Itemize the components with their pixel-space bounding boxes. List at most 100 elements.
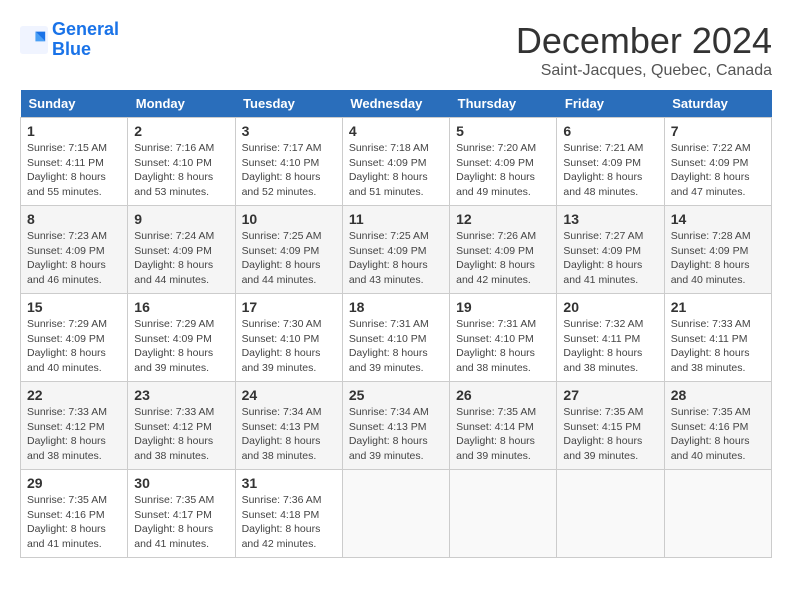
day-number: 24 (242, 387, 336, 403)
header-friday: Friday (557, 90, 664, 118)
day-number: 23 (134, 387, 228, 403)
calendar-subtitle: Saint-Jacques, Quebec, Canada (516, 62, 772, 80)
day-number: 18 (349, 299, 443, 315)
day-info: Sunrise: 7:20 AMSunset: 4:09 PMDaylight:… (456, 141, 550, 200)
day-cell (664, 470, 771, 558)
day-info: Sunrise: 7:25 AMSunset: 4:09 PMDaylight:… (242, 229, 336, 288)
day-info: Sunrise: 7:33 AMSunset: 4:11 PMDaylight:… (671, 317, 765, 376)
week-row-5: 29 Sunrise: 7:35 AMSunset: 4:16 PMDaylig… (21, 470, 772, 558)
day-number: 12 (456, 211, 550, 227)
day-info: Sunrise: 7:35 AMSunset: 4:15 PMDaylight:… (563, 405, 657, 464)
day-info: Sunrise: 7:16 AMSunset: 4:10 PMDaylight:… (134, 141, 228, 200)
day-number: 4 (349, 123, 443, 139)
day-info: Sunrise: 7:33 AMSunset: 4:12 PMDaylight:… (134, 405, 228, 464)
header-wednesday: Wednesday (342, 90, 449, 118)
calendar-title: December 2024 (516, 20, 772, 62)
day-cell: 15 Sunrise: 7:29 AMSunset: 4:09 PMDaylig… (21, 294, 128, 382)
day-cell: 23 Sunrise: 7:33 AMSunset: 4:12 PMDaylig… (128, 382, 235, 470)
day-number: 20 (563, 299, 657, 315)
day-number: 28 (671, 387, 765, 403)
logo-line2: Blue (52, 39, 91, 59)
day-cell: 12 Sunrise: 7:26 AMSunset: 4:09 PMDaylig… (450, 206, 557, 294)
day-cell: 30 Sunrise: 7:35 AMSunset: 4:17 PMDaylig… (128, 470, 235, 558)
calendar-header-row: Sunday Monday Tuesday Wednesday Thursday… (21, 90, 772, 118)
day-info: Sunrise: 7:15 AMSunset: 4:11 PMDaylight:… (27, 141, 121, 200)
day-cell: 25 Sunrise: 7:34 AMSunset: 4:13 PMDaylig… (342, 382, 449, 470)
day-number: 27 (563, 387, 657, 403)
calendar-table: Sunday Monday Tuesday Wednesday Thursday… (20, 90, 772, 558)
header-thursday: Thursday (450, 90, 557, 118)
day-info: Sunrise: 7:22 AMSunset: 4:09 PMDaylight:… (671, 141, 765, 200)
day-number: 10 (242, 211, 336, 227)
day-number: 29 (27, 475, 121, 491)
day-cell: 5 Sunrise: 7:20 AMSunset: 4:09 PMDayligh… (450, 118, 557, 206)
week-row-1: 1 Sunrise: 7:15 AMSunset: 4:11 PMDayligh… (21, 118, 772, 206)
day-cell: 26 Sunrise: 7:35 AMSunset: 4:14 PMDaylig… (450, 382, 557, 470)
day-cell: 9 Sunrise: 7:24 AMSunset: 4:09 PMDayligh… (128, 206, 235, 294)
page-header: General Blue December 2024 Saint-Jacques… (20, 20, 772, 80)
week-row-3: 15 Sunrise: 7:29 AMSunset: 4:09 PMDaylig… (21, 294, 772, 382)
day-number: 3 (242, 123, 336, 139)
day-number: 25 (349, 387, 443, 403)
day-info: Sunrise: 7:29 AMSunset: 4:09 PMDaylight:… (134, 317, 228, 376)
title-section: December 2024 Saint-Jacques, Quebec, Can… (516, 20, 772, 80)
day-number: 26 (456, 387, 550, 403)
day-info: Sunrise: 7:18 AMSunset: 4:09 PMDaylight:… (349, 141, 443, 200)
day-cell: 13 Sunrise: 7:27 AMSunset: 4:09 PMDaylig… (557, 206, 664, 294)
day-number: 15 (27, 299, 121, 315)
day-cell: 1 Sunrise: 7:15 AMSunset: 4:11 PMDayligh… (21, 118, 128, 206)
day-info: Sunrise: 7:23 AMSunset: 4:09 PMDaylight:… (27, 229, 121, 288)
day-cell: 31 Sunrise: 7:36 AMSunset: 4:18 PMDaylig… (235, 470, 342, 558)
week-row-4: 22 Sunrise: 7:33 AMSunset: 4:12 PMDaylig… (21, 382, 772, 470)
day-number: 19 (456, 299, 550, 315)
day-info: Sunrise: 7:35 AMSunset: 4:16 PMDaylight:… (671, 405, 765, 464)
day-cell: 21 Sunrise: 7:33 AMSunset: 4:11 PMDaylig… (664, 294, 771, 382)
day-number: 13 (563, 211, 657, 227)
day-info: Sunrise: 7:35 AMSunset: 4:16 PMDaylight:… (27, 493, 121, 552)
day-cell: 19 Sunrise: 7:31 AMSunset: 4:10 PMDaylig… (450, 294, 557, 382)
header-monday: Monday (128, 90, 235, 118)
day-number: 17 (242, 299, 336, 315)
header-tuesday: Tuesday (235, 90, 342, 118)
day-cell: 11 Sunrise: 7:25 AMSunset: 4:09 PMDaylig… (342, 206, 449, 294)
day-cell: 29 Sunrise: 7:35 AMSunset: 4:16 PMDaylig… (21, 470, 128, 558)
logo: General Blue (20, 20, 119, 60)
day-info: Sunrise: 7:34 AMSunset: 4:13 PMDaylight:… (349, 405, 443, 464)
day-cell: 4 Sunrise: 7:18 AMSunset: 4:09 PMDayligh… (342, 118, 449, 206)
day-info: Sunrise: 7:27 AMSunset: 4:09 PMDaylight:… (563, 229, 657, 288)
day-cell: 20 Sunrise: 7:32 AMSunset: 4:11 PMDaylig… (557, 294, 664, 382)
day-info: Sunrise: 7:26 AMSunset: 4:09 PMDaylight:… (456, 229, 550, 288)
day-info: Sunrise: 7:36 AMSunset: 4:18 PMDaylight:… (242, 493, 336, 552)
day-cell: 2 Sunrise: 7:16 AMSunset: 4:10 PMDayligh… (128, 118, 235, 206)
day-number: 22 (27, 387, 121, 403)
day-number: 31 (242, 475, 336, 491)
day-number: 8 (27, 211, 121, 227)
day-cell (342, 470, 449, 558)
day-number: 21 (671, 299, 765, 315)
header-sunday: Sunday (21, 90, 128, 118)
day-cell: 8 Sunrise: 7:23 AMSunset: 4:09 PMDayligh… (21, 206, 128, 294)
day-info: Sunrise: 7:35 AMSunset: 4:14 PMDaylight:… (456, 405, 550, 464)
day-cell: 22 Sunrise: 7:33 AMSunset: 4:12 PMDaylig… (21, 382, 128, 470)
day-number: 2 (134, 123, 228, 139)
day-info: Sunrise: 7:25 AMSunset: 4:09 PMDaylight:… (349, 229, 443, 288)
day-info: Sunrise: 7:24 AMSunset: 4:09 PMDaylight:… (134, 229, 228, 288)
day-info: Sunrise: 7:33 AMSunset: 4:12 PMDaylight:… (27, 405, 121, 464)
day-info: Sunrise: 7:32 AMSunset: 4:11 PMDaylight:… (563, 317, 657, 376)
day-cell: 3 Sunrise: 7:17 AMSunset: 4:10 PMDayligh… (235, 118, 342, 206)
day-number: 16 (134, 299, 228, 315)
day-cell (557, 470, 664, 558)
day-cell: 6 Sunrise: 7:21 AMSunset: 4:09 PMDayligh… (557, 118, 664, 206)
day-cell: 27 Sunrise: 7:35 AMSunset: 4:15 PMDaylig… (557, 382, 664, 470)
day-info: Sunrise: 7:29 AMSunset: 4:09 PMDaylight:… (27, 317, 121, 376)
day-cell: 24 Sunrise: 7:34 AMSunset: 4:13 PMDaylig… (235, 382, 342, 470)
day-info: Sunrise: 7:17 AMSunset: 4:10 PMDaylight:… (242, 141, 336, 200)
day-cell: 14 Sunrise: 7:28 AMSunset: 4:09 PMDaylig… (664, 206, 771, 294)
logo-line1: General (52, 19, 119, 39)
day-number: 6 (563, 123, 657, 139)
day-number: 14 (671, 211, 765, 227)
day-cell: 10 Sunrise: 7:25 AMSunset: 4:09 PMDaylig… (235, 206, 342, 294)
day-number: 11 (349, 211, 443, 227)
day-cell (450, 470, 557, 558)
day-cell: 7 Sunrise: 7:22 AMSunset: 4:09 PMDayligh… (664, 118, 771, 206)
